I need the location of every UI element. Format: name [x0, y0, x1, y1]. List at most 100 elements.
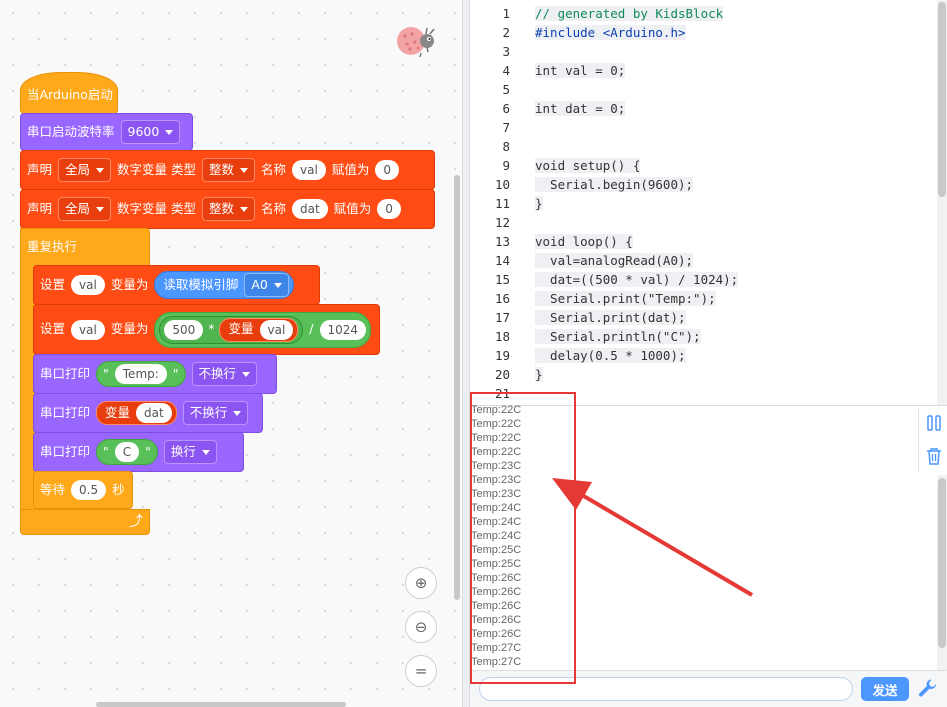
annotation-arrow-icon [552, 478, 754, 597]
code-line: void loop() { [535, 234, 633, 249]
code-line: Serial.println("C"); [535, 329, 701, 344]
pause-icon[interactable] [927, 415, 941, 431]
line-number: 13 [494, 234, 510, 249]
assign-label: 赋值为 [333, 200, 372, 216]
declare-dat-block[interactable]: 声明 全局 数字变量 类型 整数 名称 dat 赋值为 0 [20, 189, 435, 229]
var-name-field[interactable]: val [259, 319, 294, 340]
ladybug-icon[interactable] [396, 26, 438, 58]
zoom-out-button[interactable]: ⊖ [405, 611, 437, 643]
newline-mode-dropdown[interactable]: 不换行 [191, 362, 258, 386]
workspace-vertical-scrollbar[interactable] [454, 175, 460, 600]
multiply-operator[interactable]: 500 * 变量 val [159, 315, 304, 344]
seconds-label: 秒 [112, 481, 125, 497]
variable-reporter[interactable]: 变量 dat [96, 401, 177, 425]
code-line: Serial.print("Temp:"); [535, 291, 716, 306]
zoom-reset-button[interactable]: = [405, 655, 437, 687]
string-reporter[interactable]: " Temp: " [96, 361, 186, 387]
line-number: 2 [502, 25, 510, 40]
pin-dropdown[interactable]: A0 [244, 273, 289, 297]
var-name-field[interactable]: val [292, 160, 326, 180]
declare-label: 声明 [27, 161, 53, 177]
serial-toolbar [918, 407, 947, 473]
line-number: 16 [494, 291, 510, 306]
forever-footer[interactable]: ⤴ [20, 509, 150, 535]
code-line: Serial.print(dat); [535, 310, 686, 325]
code-line: int val = 0; [535, 63, 626, 78]
workspace-horizontal-scrollbar[interactable] [96, 702, 346, 707]
line-number: 6 [502, 101, 510, 116]
line-number: 7 [502, 120, 510, 135]
divide-operator[interactable]: 500 * 变量 val / 1024 [154, 311, 372, 348]
type-dropdown[interactable]: 整数 [202, 158, 256, 182]
code-line: int dat = 0; [535, 101, 626, 116]
newline-mode-dropdown[interactable]: 换行 [163, 440, 217, 464]
serial-scrollbar-thumb[interactable] [938, 478, 946, 648]
set-val-block[interactable]: 设置 val 变量为 读取模拟引脚 A0 [33, 265, 320, 305]
name-label: 名称 [261, 161, 287, 177]
code-line: val=analogRead(A0); [535, 253, 694, 268]
code-scrollbar-thumb[interactable] [938, 2, 946, 197]
string-text-field[interactable]: Temp: [114, 364, 167, 384]
panel-divider[interactable] [462, 0, 470, 707]
code-editor[interactable]: 1 2 3 4 5 6 7 8 9 10 11 12 13 14 15 16 17 18 19 20 21 // gen… [470, 0, 947, 405]
name-label: 名称 [261, 200, 287, 216]
chevron-down-icon [96, 206, 105, 212]
chevron-down-icon [233, 410, 242, 416]
forever-label: 重复执行 [27, 238, 78, 254]
zoom-in-button[interactable]: ⊕ [405, 567, 437, 599]
trash-icon[interactable] [926, 447, 942, 465]
string-text-field[interactable]: C [114, 442, 140, 462]
var-name-field[interactable]: dat [136, 403, 172, 423]
init-value-field[interactable]: 0 [375, 160, 399, 180]
set-dat-block[interactable]: 设置 val 变量为 500 * 变量 val / 1024 [33, 304, 380, 355]
string-reporter[interactable]: " C " [96, 439, 158, 465]
scope-dropdown[interactable]: 全局 [58, 158, 112, 182]
serial-print-c-block[interactable]: 串口打印 " C " 换行 [33, 432, 244, 472]
chevron-down-icon [201, 449, 210, 455]
scope-dropdown[interactable]: 全局 [58, 197, 112, 221]
assign-label: 赋值为 [331, 161, 370, 177]
when-arduino-starts-block[interactable]: 当Arduino启动 [20, 72, 118, 114]
analog-read-reporter[interactable]: 读取模拟引脚 A0 [154, 271, 294, 299]
code-line: #include <Arduino.h> [535, 25, 686, 40]
line-number: 17 [494, 310, 510, 325]
var-kind-label: 数字变量 类型 [117, 161, 197, 177]
declare-val-block[interactable]: 声明 全局 数字变量 类型 整数 名称 val 赋值为 0 [20, 150, 435, 190]
newline-mode-dropdown[interactable]: 不换行 [182, 401, 249, 425]
wait-seconds-field[interactable]: 0.5 [71, 480, 107, 500]
wrench-icon[interactable] [918, 678, 938, 698]
line-number: 15 [494, 272, 510, 287]
line-number: 8 [502, 139, 510, 154]
baud-dropdown[interactable]: 9600 [120, 120, 181, 144]
set-label: 设置 [40, 276, 66, 292]
init-value-field[interactable]: 0 [377, 199, 401, 219]
send-button[interactable]: 发送 [861, 677, 909, 701]
block-workspace[interactable]: 当Arduino启动 串口启动波特率 9600 声明 全局 数字变量 类型 整数… [0, 0, 462, 707]
type-dropdown[interactable]: 整数 [202, 197, 256, 221]
declare-label: 声明 [27, 200, 53, 216]
line-number: 3 [502, 44, 510, 59]
serial-print-temp-block[interactable]: 串口打印 " Temp: " 不换行 [33, 354, 277, 394]
var-name-field[interactable]: val [71, 275, 105, 295]
forever-header[interactable]: 重复执行 [20, 228, 150, 266]
line-number: 12 [494, 215, 510, 230]
zoom-in-icon: ⊕ [414, 574, 428, 592]
variable-reporter[interactable]: 变量 val [219, 317, 299, 342]
chevron-down-icon [273, 282, 282, 288]
operand-b-field[interactable]: 1024 [319, 319, 367, 340]
var-name-field[interactable]: dat [292, 199, 328, 219]
set-label: 设置 [40, 321, 66, 337]
line-number: 20 [494, 367, 510, 382]
code-line: dat=((500 * val) / 1024); [535, 272, 739, 287]
code-line: Serial.begin(9600); [535, 177, 694, 192]
wait-block[interactable]: 等待 0.5 秒 [33, 471, 133, 509]
serial-print-dat-block[interactable]: 串口打印 变量 dat 不换行 [33, 393, 263, 433]
code-line: // generated by KidsBlock [535, 6, 724, 21]
operand-a-field[interactable]: 500 [164, 319, 204, 340]
serial-begin-block[interactable]: 串口启动波特率 9600 [20, 113, 193, 151]
chevron-down-icon [240, 206, 249, 212]
chevron-down-icon [240, 167, 249, 173]
line-number: 1 [502, 6, 510, 21]
var-name-field[interactable]: val [71, 319, 105, 340]
line-number: 4 [502, 63, 510, 78]
